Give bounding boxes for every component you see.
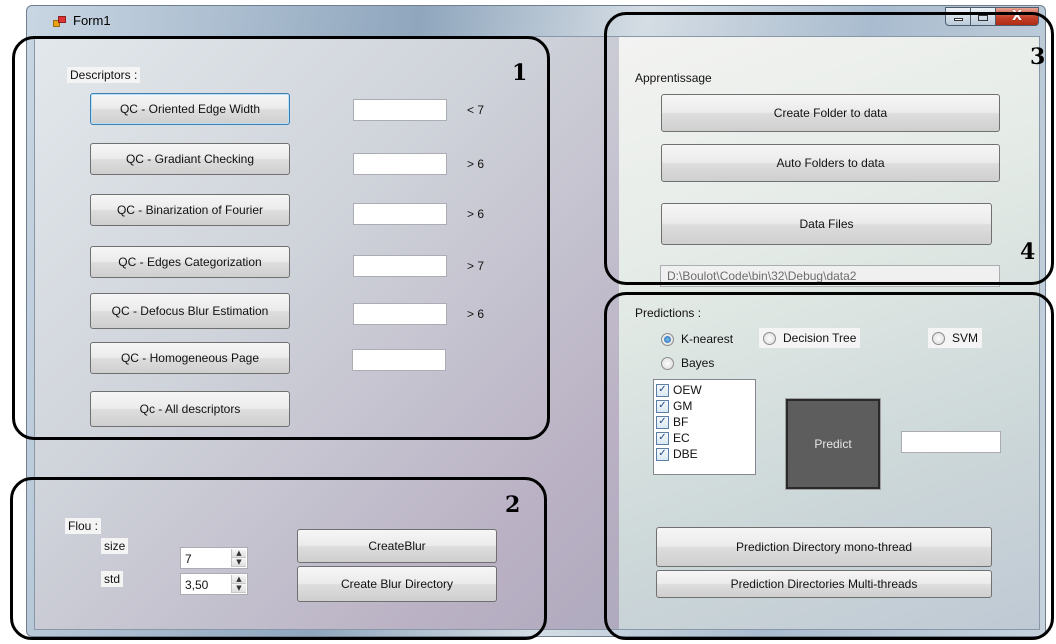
minimize-icon (953, 18, 963, 21)
spin-down-icon[interactable]: ▼ (232, 558, 246, 567)
dbe-threshold: > 6 (467, 307, 485, 321)
feature-ec-label: EC (673, 431, 690, 445)
predict-button[interactable]: Predict (785, 398, 881, 490)
close-button[interactable]: X (995, 7, 1039, 26)
gm-result-field[interactable] (353, 153, 447, 175)
feature-oew-label: OEW (673, 383, 702, 397)
close-icon: X (1011, 9, 1023, 24)
std-spin[interactable]: ▲ ▼ (231, 575, 246, 593)
ec-threshold: > 7 (467, 259, 485, 273)
checkbox-checked-icon[interactable]: ✓ (656, 383, 669, 397)
form-client-area: Descriptors : QC - Oriented Edge Width <… (34, 36, 1040, 630)
features-checklist[interactable]: ✓ OEW ✓ GM ✓ BF ✓ EC ✓ DBE (653, 379, 756, 475)
radio-svm-label: SVM (952, 331, 979, 345)
qc-homogeneous-page-button[interactable]: QC - Homogeneous Page (90, 342, 290, 374)
checkbox-checked-icon[interactable]: ✓ (656, 447, 669, 461)
prediction-directories-multi-threads-button[interactable]: Prediction Directories Multi-threads (656, 570, 992, 598)
create-blur-button[interactable]: CreateBlur (297, 529, 497, 563)
create-blur-directory-button[interactable]: Create Blur Directory (297, 566, 497, 602)
prediction-result-field[interactable] (901, 431, 1001, 453)
maximize-button[interactable] (970, 7, 996, 26)
spin-down-icon[interactable]: ▼ (232, 584, 246, 593)
create-folder-to-data-button[interactable]: Create Folder to data (661, 94, 1000, 132)
qc-all-descriptors-button[interactable]: Qc - All descriptors (90, 391, 290, 427)
checkbox-checked-icon[interactable]: ✓ (656, 431, 669, 445)
minimize-button[interactable] (945, 7, 971, 26)
annotation-number-4: 4 (1020, 239, 1036, 265)
checkbox-checked-icon[interactable]: ✓ (656, 399, 669, 413)
size-stepper[interactable]: 7 ▲ ▼ (180, 547, 248, 569)
oew-result-field[interactable] (353, 99, 447, 121)
radio-bayes[interactable]: Bayes (661, 356, 714, 370)
feature-gm[interactable]: ✓ GM (656, 398, 753, 414)
radio-svm[interactable]: SVM (928, 328, 983, 348)
ec-result-field[interactable] (353, 255, 447, 277)
flou-label: Flou : (65, 518, 102, 534)
data-files-button[interactable]: Data Files (661, 203, 992, 245)
homogeneous-result-field[interactable] (352, 349, 446, 371)
radio-unselected-icon (661, 356, 674, 370)
feature-ec[interactable]: ✓ EC (656, 430, 753, 446)
form-app-icon (53, 16, 67, 28)
descriptors-label: Descriptors : (67, 67, 141, 83)
std-stepper[interactable]: 3,50 ▲ ▼ (180, 573, 248, 595)
title-bar[interactable]: Form1 X (27, 6, 1045, 36)
spin-up-icon[interactable]: ▲ (232, 549, 246, 558)
radio-decision-tree-label: Decision Tree (783, 331, 857, 345)
feature-dbe-label: DBE (673, 447, 698, 461)
gm-threshold: > 6 (467, 157, 485, 171)
radio-k-nearest-label: K-nearest (681, 332, 734, 346)
std-value: 3,50 (185, 578, 209, 592)
radio-unselected-icon (932, 331, 945, 345)
maximize-icon (978, 12, 988, 21)
data-path-field[interactable]: D:\Boulot\Code\bin\32\Debug\data2 (660, 265, 1000, 287)
radio-selected-icon (661, 332, 674, 346)
apprentissage-label: Apprentissage (635, 71, 712, 85)
dbe-result-field[interactable] (353, 303, 447, 325)
size-label: size (101, 538, 129, 554)
radio-bayes-label: Bayes (681, 356, 715, 370)
radio-decision-tree[interactable]: Decision Tree (759, 328, 861, 348)
feature-gm-label: GM (673, 399, 693, 413)
feature-bf-label: BF (673, 415, 689, 429)
qc-edges-categorization-button[interactable]: QC - Edges Categorization (90, 246, 290, 278)
auto-folders-to-data-button[interactable]: Auto Folders to data (661, 144, 1000, 182)
annotation-number-2: 2 (505, 492, 521, 518)
oew-threshold: < 7 (467, 103, 485, 117)
annotation-number-1: 1 (512, 60, 528, 86)
prediction-directory-mono-thread-button[interactable]: Prediction Directory mono-thread (656, 527, 992, 567)
size-spin[interactable]: ▲ ▼ (231, 549, 246, 567)
feature-dbe[interactable]: ✓ DBE (656, 446, 753, 462)
qc-binarization-of-fourier-button[interactable]: QC - Binarization of Fourier (90, 194, 290, 226)
annotation-number-3: 3 (1030, 44, 1046, 70)
main-window: Form1 X Descriptors : QC - Oriented Edge… (26, 5, 1046, 637)
qc-gradiant-checking-button[interactable]: QC - Gradiant Checking (90, 143, 290, 175)
radio-k-nearest[interactable]: K-nearest (661, 332, 733, 346)
feature-bf[interactable]: ✓ BF (656, 414, 753, 430)
std-label: std (101, 571, 124, 587)
spin-up-icon[interactable]: ▲ (232, 575, 246, 584)
bf-threshold: > 6 (467, 207, 485, 221)
qc-defocus-blur-estimation-button[interactable]: QC - Defocus Blur Estimation (90, 293, 290, 329)
qc-oriented-edge-width-button[interactable]: QC - Oriented Edge Width (90, 93, 290, 125)
checkbox-checked-icon[interactable]: ✓ (656, 415, 669, 429)
feature-oew[interactable]: ✓ OEW (656, 382, 753, 398)
bf-result-field[interactable] (353, 203, 447, 225)
predictions-label: Predictions : (635, 306, 702, 320)
window-title: Form1 (73, 13, 111, 28)
window-controls: X (945, 7, 1039, 26)
size-value: 7 (185, 552, 192, 566)
radio-unselected-icon (763, 331, 776, 345)
